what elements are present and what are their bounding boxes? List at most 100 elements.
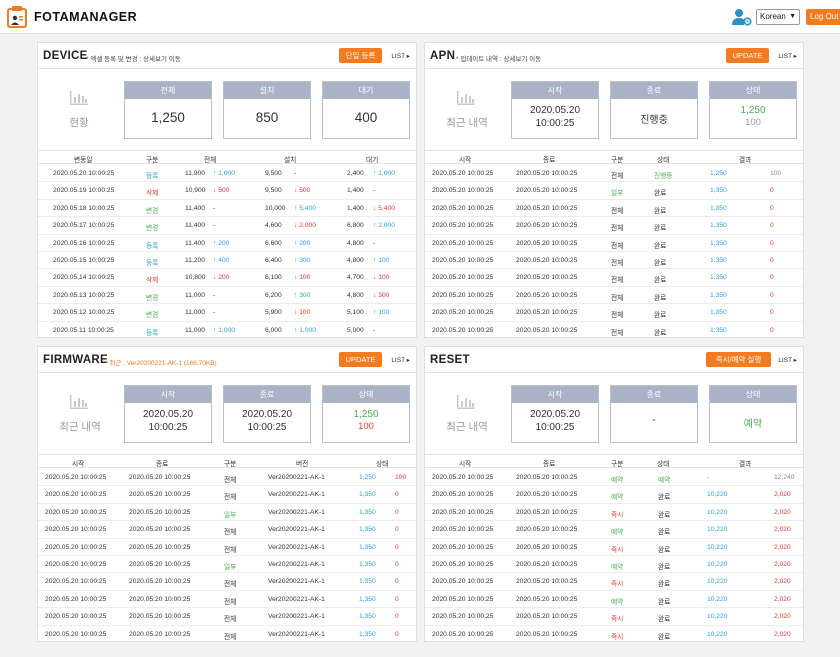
cell-inst: 6,400 (265, 257, 282, 264)
table-row[interactable]: 2020.05.20 10:00:25 2020.05.20 10:00:25 일부… (38, 556, 416, 574)
cell-start: 2020.05.20 10:00:25 (432, 204, 494, 212)
firmware-update-button[interactable]: UPDATE (339, 352, 382, 367)
cell-end: 2020.05.20 10:00:25 (516, 239, 578, 247)
cell-wait: 4,800 (347, 239, 364, 247)
table-row[interactable]: 2020.05.20 10:00:25 2020.05.20 10:00:25 예약… (425, 469, 803, 487)
table-row[interactable]: 2020.05.16 10:00:25 등록 11,400 ↑ 200 6,600 ↑ 2… (38, 235, 416, 252)
cell-ver: Ver20200221-AK-1 (268, 508, 325, 516)
cell-end: 2020.05.20 10:00:25 (516, 578, 578, 586)
single-register-button[interactable]: 단일 등록 (339, 48, 382, 63)
cell-ok: 1,350 (710, 187, 727, 195)
table-row[interactable]: 2020.05.20 10:00:25 2020.05.20 10:00:25 전체… (425, 269, 803, 287)
cell-total: 10,900 (185, 187, 206, 195)
cell-start: 2020.05.20 10:00:25 (432, 526, 494, 534)
table-row[interactable]: 2020.05.20 10:00:25 2020.05.20 10:00:25 즉시… (425, 504, 803, 522)
panel-subtitle: * 업데이트 내역 : 상세보기 이동 (456, 56, 542, 63)
cell-start: 2020.05.20 10:00:25 (432, 170, 494, 177)
language-select[interactable]: Korean ▼ (756, 9, 800, 25)
table-row[interactable]: 2020.05.20 10:00:25 2020.05.20 10:00:25 전체… (425, 235, 803, 252)
cell-td: ↑ 1,000 (213, 326, 235, 334)
table-row[interactable]: 2020.05.18 10:00:25 변경 11,400- 10,000 ↑ 5,40… (38, 200, 416, 218)
table-row[interactable]: 2020.05.13 10:00:25 변경 11,000- 6,200 ↑ 300 4,… (38, 287, 416, 305)
column-header: 구분 (611, 157, 624, 164)
table-row[interactable]: 2020.05.20 10:00:25 2020.05.20 10:00:25 예약… (425, 591, 803, 609)
top-header: FOTAMANAGER Korean ▼ Log Out (0, 0, 840, 34)
box-header: 종료 (611, 82, 697, 99)
cell-start: 2020.05.20 10:00:25 (432, 257, 494, 264)
cell-ver: Ver20200221-AK-1 (268, 630, 325, 638)
table-row[interactable]: 2020.05.20 10:00:25 2020.05.20 10:00:25 전체… (425, 322, 803, 337)
table-row[interactable]: 2020.05.20 10:00:25 2020.05.20 10:00:25 전체… (425, 252, 803, 270)
box-header: 상태 (323, 386, 409, 403)
table-row[interactable]: 2020.05.17 10:00:25 변경 11,400- 4,600 ↓ 2,000… (38, 217, 416, 235)
table-row[interactable]: 2020.05.20 10:00:25 2020.05.20 10:00:25 즉시… (425, 626, 803, 641)
table-row[interactable]: 2020.05.20 10:00:25 2020.05.20 10:00:25 전체… (425, 287, 803, 305)
table-row[interactable]: 2020.05.20 10:00:25 2020.05.20 10:00:25 전체… (38, 573, 416, 591)
table-row[interactable]: 2020.05.20 10:00:25 2020.05.20 10:00:25 전체… (425, 200, 803, 218)
table-row[interactable]: 2020.05.20 10:00:25 2020.05.20 10:00:25 즉시… (425, 573, 803, 591)
column-header: 상태 (376, 461, 389, 468)
cell-ver: Ver20200221-AK-1 (268, 578, 325, 586)
table-row[interactable]: 2020.05.20 10:00:25 2020.05.20 10:00:25 즉시… (425, 539, 803, 556)
execute-button[interactable]: 즉시/예약 실행 (706, 352, 771, 367)
logout-button[interactable]: Log Out (806, 9, 840, 25)
table-row[interactable]: 2020.05.20 10:00:25 2020.05.20 10:00:25 전체… (38, 539, 416, 556)
cell-end: 2020.05.20 10:00:25 (516, 474, 578, 481)
cell-fail: 2,020 (774, 526, 791, 534)
table-row[interactable]: 2020.05.20 10:00:25 2020.05.20 10:00:25 일부… (425, 182, 803, 200)
table-row[interactable]: 2020.05.20 10:00:25 2020.05.20 10:00:25 예약… (425, 486, 803, 504)
table-row[interactable]: 2020.05.20 10:00:25 2020.05.20 10:00:25 전체… (425, 165, 803, 183)
cell-ok: 1,350 (710, 257, 727, 264)
table-row[interactable]: 2020.05.12 10:00:25 변경 11,000- 5,900 ↓ 100 5,… (38, 304, 416, 322)
list-link[interactable]: LIST ▸ (391, 356, 410, 364)
cell-wait: 5,000 (347, 326, 364, 334)
cell-fail: 2,020 (774, 561, 791, 568)
cell-ver: Ver20200221-AK-1 (268, 526, 325, 534)
cell-start: 2020.05.20 10:00:25 (45, 543, 107, 551)
cell-ok: 10,220 (707, 578, 728, 586)
table-row[interactable]: 2020.05.20 10:00:25 2020.05.20 10:00:25 즉시… (425, 608, 803, 626)
start-time: 10:00:25 (148, 422, 188, 433)
table-row[interactable]: 2020.05.20 10:00:25 2020.05.20 10:00:25 전체… (38, 626, 416, 641)
table-row[interactable]: 2020.05.20 10:00:25 2020.05.20 10:00:25 예약… (425, 521, 803, 539)
panel-subtitle: * 엑셀 등록 및 변경 : 상세보기 이동 (86, 56, 181, 63)
divider (425, 372, 803, 373)
table-row[interactable]: 2020.05.20 10:00:25 등록 11,900 ↑ 1,000 9,500 -… (38, 165, 416, 183)
cell-type: 전체 (224, 598, 237, 606)
table-row[interactable]: 2020.05.19 10:00:25 삭제 10,900 ↓ 500 9,500 ↓ 5… (38, 182, 416, 200)
cell-ver: Ver20200221-AK-1 (268, 595, 325, 603)
cell-start: 2020.05.20 10:00:25 (432, 543, 494, 551)
end-value: - (652, 415, 656, 426)
list-link[interactable]: LIST ▸ (778, 52, 797, 60)
cell-fail: 0 (395, 595, 399, 603)
list-link[interactable]: LIST ▸ (391, 52, 410, 60)
table-row[interactable]: 2020.05.20 10:00:25 2020.05.20 10:00:25 일부… (38, 504, 416, 522)
cell-inst: 6,000 (265, 326, 282, 334)
apn-update-button[interactable]: UPDATE (726, 48, 769, 63)
cell-ok: 1,350 (359, 508, 376, 516)
table-row[interactable]: 2020.05.20 10:00:25 2020.05.20 10:00:25 전체… (38, 608, 416, 626)
cell-fail: 2,020 (774, 613, 791, 621)
table-row[interactable]: 2020.05.11 10:00:25 등록 11,000 ↑ 1,000 6,000 ↑… (38, 322, 416, 337)
table-row[interactable]: 2020.05.15 10:00:25 등록 11,200 ↑ 400 6,400 ↑ 3… (38, 252, 416, 270)
table-row[interactable]: 2020.05.20 10:00:25 2020.05.20 10:00:25 전체… (38, 591, 416, 609)
table-row[interactable]: 2020.05.20 10:00:25 2020.05.20 10:00:25 전체… (425, 217, 803, 235)
cell-type: 전체 (224, 616, 237, 624)
list-link[interactable]: LIST ▸ (778, 356, 797, 364)
table-row[interactable]: 2020.05.20 10:00:25 2020.05.20 10:00:25 예약… (425, 556, 803, 574)
cell-idl: ↓ 100 (294, 274, 311, 282)
cell-status: 완료 (654, 260, 667, 267)
cell-td: ↓ 200 (213, 274, 230, 282)
cell-type: 등록 (146, 173, 159, 180)
table-row[interactable]: 2020.05.20 10:00:25 2020.05.20 10:00:25 전체… (38, 469, 416, 487)
table-row[interactable]: 2020.05.20 10:00:25 2020.05.20 10:00:25 전체… (425, 304, 803, 322)
cell-ok: 10,220 (707, 543, 728, 551)
cell-end: 2020.05.20 10:00:25 (516, 613, 578, 621)
table-row[interactable]: 2020.05.20 10:00:25 2020.05.20 10:00:25 전체… (38, 486, 416, 504)
box-header: 종료 (611, 386, 697, 403)
table-row[interactable]: 2020.05.14 10:00:25 삭제 10,800 ↓ 200 6,100 ↓ 1… (38, 269, 416, 287)
table-row[interactable]: 2020.05.20 10:00:25 2020.05.20 10:00:25 전체… (38, 521, 416, 539)
cell-end: 2020.05.20 10:00:25 (516, 491, 578, 499)
cell-end: 2020.05.20 10:00:25 (516, 526, 578, 534)
user-settings-icon[interactable] (732, 8, 752, 26)
